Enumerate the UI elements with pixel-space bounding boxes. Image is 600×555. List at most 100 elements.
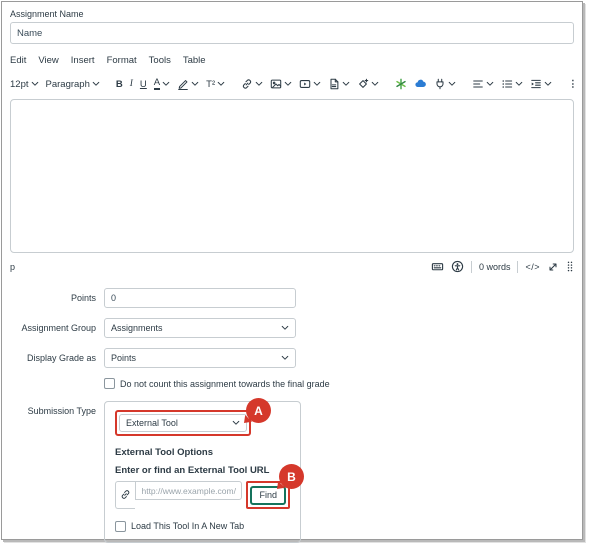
font-size-value: 12pt — [10, 79, 29, 90]
highlighter-icon — [177, 78, 189, 90]
menu-insert[interactable]: Insert — [71, 55, 95, 66]
chevron-down-icon — [313, 81, 321, 87]
submission-type-panel: External Tool A External Tool Options En… — [104, 401, 301, 543]
chevron-down-icon — [92, 81, 100, 87]
chevron-down-icon — [191, 81, 199, 87]
rce-toolbar: 12pt Paragraph B I U A T² — [10, 73, 574, 95]
asterisk-tool-icon — [395, 78, 407, 90]
fullscreen-icon[interactable] — [547, 261, 559, 273]
chevron-down-icon — [281, 355, 289, 361]
text-color-letter: A — [154, 78, 160, 90]
assignment-name-input[interactable] — [10, 22, 574, 44]
underline-button[interactable]: U — [140, 79, 147, 90]
rce-menubar: Edit View Insert Format Tools Table — [10, 55, 574, 66]
annotation-badge-b: B — [279, 464, 304, 489]
font-size-select[interactable]: 12pt — [10, 79, 39, 90]
chevron-down-icon — [281, 325, 289, 331]
paragraph-format-value: Paragraph — [46, 79, 90, 90]
rce-content-area[interactable] — [10, 99, 574, 253]
chevron-down-icon — [544, 81, 552, 87]
submission-type-value: External Tool — [126, 418, 178, 428]
italic-button[interactable]: I — [130, 79, 133, 89]
chevron-down-icon — [217, 81, 225, 87]
chevron-down-icon — [486, 81, 494, 87]
bullet-list-icon — [501, 78, 513, 90]
superscript-label: T² — [206, 79, 215, 90]
html-editor-button[interactable]: </> — [525, 262, 540, 272]
word-count: 0 words — [479, 262, 511, 272]
display-grade-value: Points — [111, 353, 136, 363]
external-tool-url-group: Find B — [115, 481, 290, 509]
submission-type-select[interactable]: External Tool — [119, 414, 247, 432]
text-color-button[interactable]: A — [154, 78, 170, 90]
media-button[interactable] — [299, 78, 321, 90]
plug-icon — [434, 78, 446, 90]
external-tool-url-input[interactable] — [135, 481, 242, 500]
omit-final-grade-checkbox[interactable] — [104, 378, 115, 389]
assignment-edit-page: Assignment Name Edit View Insert Format … — [1, 1, 583, 540]
annotation-highlight-b: Find B — [246, 481, 290, 509]
align-left-icon — [472, 78, 484, 90]
points-input[interactable] — [104, 288, 296, 308]
link-icon — [241, 78, 253, 90]
chevron-down-icon — [371, 81, 379, 87]
rce-statusbar: p 0 words </> — [10, 255, 574, 278]
element-path: p — [10, 262, 15, 272]
menu-table[interactable]: Table — [183, 55, 206, 66]
assignment-form: Points Assignment Group Assignments Disp… — [10, 288, 574, 543]
chevron-down-icon — [515, 81, 523, 87]
toolbar-overflow-button[interactable]: ⋮ — [568, 79, 578, 90]
status-divider — [517, 261, 518, 273]
highlighter-button[interactable] — [177, 78, 199, 90]
link-button[interactable] — [241, 78, 263, 90]
icon-maker-icon — [357, 78, 369, 90]
resize-handle[interactable] — [566, 260, 574, 273]
assignment-group-select[interactable]: Assignments — [104, 318, 296, 338]
display-grade-select[interactable]: Points — [104, 348, 296, 368]
paragraph-format-select[interactable]: Paragraph — [46, 79, 100, 90]
url-link-prefix — [115, 481, 135, 509]
document-button[interactable] — [328, 78, 350, 90]
link-icon — [120, 489, 131, 500]
asterisk-tool-button[interactable] — [395, 78, 407, 90]
chevron-down-icon — [232, 420, 240, 426]
external-tool-url-label: Enter or find an External Tool URL — [115, 465, 290, 476]
bold-button[interactable]: B — [116, 79, 123, 90]
points-label: Points — [10, 293, 96, 303]
chevron-down-icon — [342, 81, 350, 87]
chevron-down-icon — [448, 81, 456, 87]
document-icon — [328, 78, 340, 90]
list-button[interactable] — [501, 78, 523, 90]
menu-format[interactable]: Format — [107, 55, 137, 66]
load-new-tab-label: Load This Tool In A New Tab — [131, 521, 244, 531]
superscript-button[interactable]: T² — [206, 79, 225, 90]
annotation-badge-a: A — [246, 398, 271, 423]
assignment-group-value: Assignments — [111, 323, 163, 333]
annotation-highlight-a: External Tool A — [115, 410, 251, 436]
indent-button[interactable] — [530, 78, 552, 90]
chevron-down-icon — [255, 81, 263, 87]
chevron-down-icon — [162, 81, 170, 87]
image-button[interactable] — [270, 78, 292, 90]
cloud-tool-button[interactable] — [414, 78, 427, 90]
assignment-name-label: Assignment Name — [10, 9, 574, 19]
accessibility-checker-icon[interactable] — [451, 260, 464, 273]
alignment-button[interactable] — [472, 78, 494, 90]
chevron-down-icon — [284, 81, 292, 87]
omit-final-grade-label: Do not count this assignment towards the… — [120, 379, 330, 389]
status-divider — [471, 261, 472, 273]
menu-edit[interactable]: Edit — [10, 55, 26, 66]
cloud-icon — [414, 78, 427, 90]
menu-view[interactable]: View — [38, 55, 58, 66]
chevron-down-icon — [31, 81, 39, 87]
media-icon — [299, 78, 311, 90]
external-tool-options-heading: External Tool Options — [115, 447, 290, 458]
display-grade-label: Display Grade as — [10, 353, 96, 363]
keyboard-shortcuts-icon[interactable] — [431, 260, 444, 273]
submission-type-label: Submission Type — [10, 406, 96, 416]
icon-maker-button[interactable] — [357, 78, 379, 90]
load-new-tab-checkbox[interactable] — [115, 521, 126, 532]
assignment-group-label: Assignment Group — [10, 323, 96, 333]
apps-plug-button[interactable] — [434, 78, 456, 90]
menu-tools[interactable]: Tools — [149, 55, 171, 66]
